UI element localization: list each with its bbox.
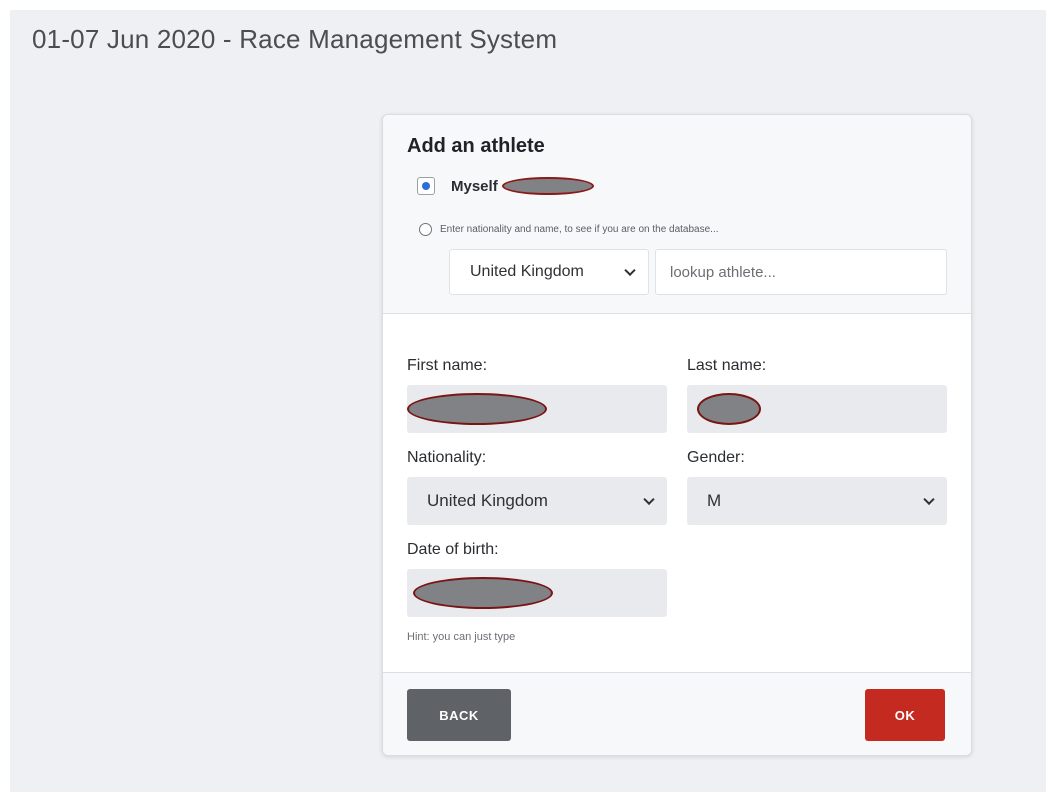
redacted-first-name — [407, 393, 547, 425]
add-athlete-dialog: Add an athlete Myself Enter nationality … — [382, 114, 972, 756]
redacted-name — [501, 177, 594, 195]
radio-empty-icon[interactable] — [419, 223, 432, 236]
lookup-option[interactable]: Enter nationality and name, to see if yo… — [419, 223, 719, 236]
last-name-label: Last name: — [687, 357, 767, 374]
dob-field[interactable] — [407, 569, 667, 617]
first-name-label: First name: — [407, 357, 488, 374]
redacted-dob — [413, 577, 553, 609]
dialog-title: Add an athlete — [407, 135, 545, 157]
first-name-field[interactable] — [407, 385, 667, 433]
myself-label: Myself — [451, 177, 498, 195]
lookup-option-label: Enter nationality and name, to see if yo… — [440, 224, 719, 235]
page-background: 01-07 Jun 2020 - Race Management System … — [10, 10, 1046, 792]
lookup-athlete-placeholder: lookup athlete... — [670, 263, 776, 281]
dialog-footer: BACK OK — [383, 672, 971, 755]
redacted-last-name — [697, 393, 761, 425]
gender-select[interactable]: M — [687, 477, 947, 525]
radio-selected-icon[interactable] — [417, 177, 435, 195]
gender-label: Gender: — [687, 449, 745, 466]
lookup-athlete-input[interactable]: lookup athlete... — [655, 249, 947, 295]
gender-value: M — [707, 491, 722, 510]
lookup-section: Add an athlete Myself Enter nationality … — [383, 115, 971, 314]
dob-hint: Hint: you can just type — [407, 631, 516, 643]
lookup-country-value: United Kingdom — [470, 263, 584, 280]
chevron-down-icon — [923, 493, 935, 506]
back-button[interactable]: BACK — [407, 689, 511, 741]
dob-label: Date of birth: — [407, 541, 499, 558]
nationality-value: United Kingdom — [427, 491, 548, 510]
last-name-field[interactable] — [687, 385, 947, 433]
nationality-label: Nationality: — [407, 449, 487, 466]
myself-option[interactable]: Myself — [417, 177, 594, 195]
chevron-down-icon — [624, 264, 636, 277]
nationality-select[interactable]: United Kingdom — [407, 477, 667, 525]
lookup-country-select[interactable]: United Kingdom — [449, 249, 649, 295]
ok-button[interactable]: OK — [865, 689, 945, 741]
page-title: 01-07 Jun 2020 - Race Management System — [32, 24, 558, 54]
chevron-down-icon — [643, 493, 655, 506]
